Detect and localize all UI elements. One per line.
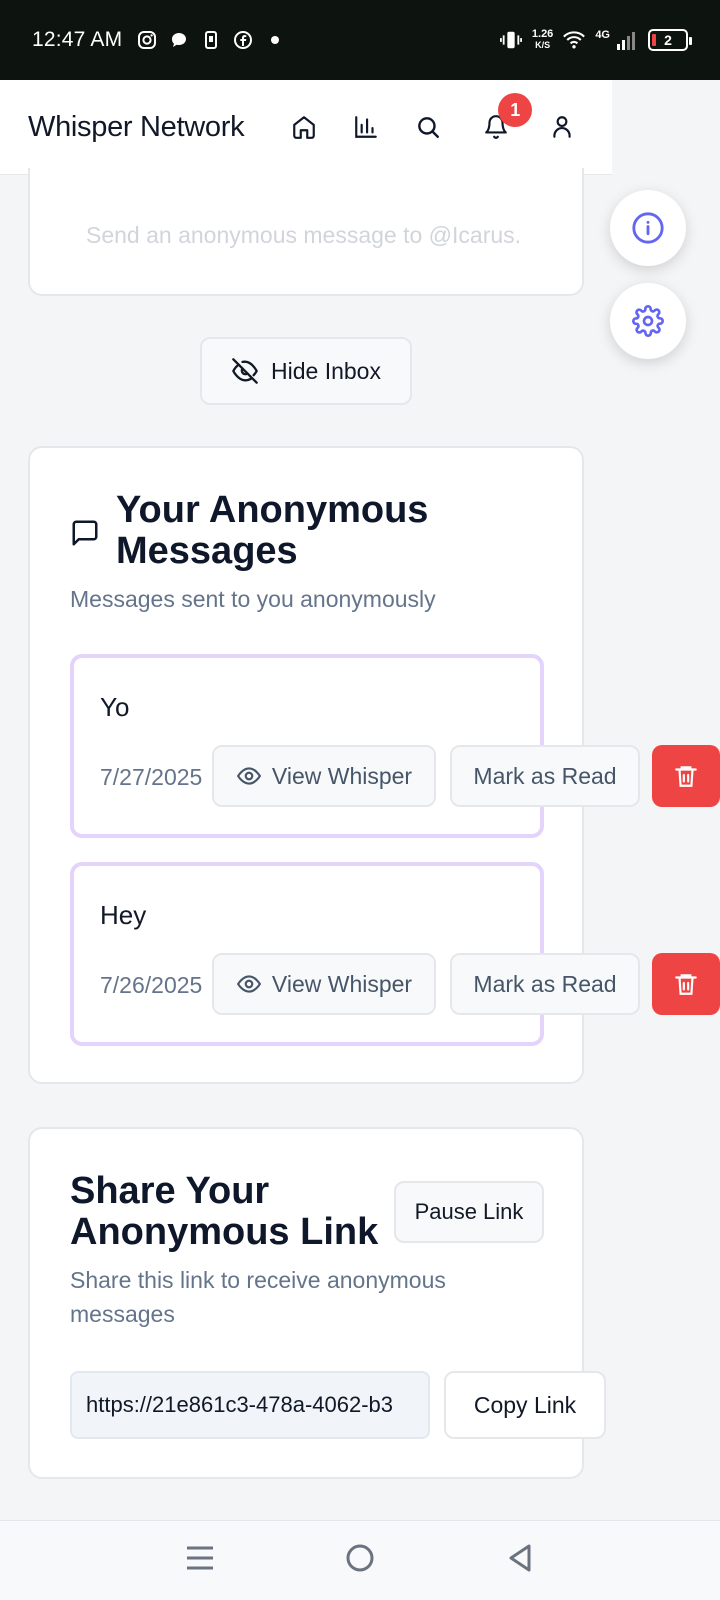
- more-notifications-dot-icon: [264, 29, 286, 51]
- phone-notification-icon: [200, 29, 222, 51]
- message-text: Hey: [100, 900, 147, 930]
- back-nav-button[interactable]: [505, 1543, 535, 1578]
- view-whisper-button[interactable]: View Whisper: [212, 745, 436, 807]
- header-nav: 1: [282, 93, 602, 149]
- network-type: 4G: [595, 29, 610, 41]
- facebook-icon: [232, 29, 254, 51]
- info-button[interactable]: [610, 190, 686, 266]
- message-icon: [72, 520, 98, 546]
- circle-home-icon: [346, 1544, 374, 1572]
- search-button[interactable]: [406, 105, 450, 149]
- instagram-icon: [136, 29, 158, 51]
- view-whisper-button[interactable]: View Whisper: [212, 953, 436, 1015]
- network-speed-value: 1.26: [531, 28, 554, 40]
- view-whisper-label: View Whisper: [271, 762, 413, 789]
- settings-button[interactable]: [610, 283, 686, 359]
- chart-icon: [355, 116, 378, 138]
- home-button[interactable]: [282, 105, 326, 149]
- message-text: Yo: [100, 692, 130, 722]
- eye-icon: [236, 975, 261, 993]
- compose-card: Send an anonymous message to @Icarus.: [28, 168, 584, 296]
- profile-button[interactable]: [540, 105, 584, 149]
- notifications-button[interactable]: 1: [474, 93, 533, 149]
- user-icon: [553, 116, 571, 138]
- app-title[interactable]: Whisper Network: [28, 111, 245, 144]
- delete-message-button[interactable]: [652, 953, 720, 1015]
- battery-level: 2: [664, 32, 672, 48]
- copy-link-button[interactable]: Copy Link: [444, 1371, 606, 1439]
- settings-icon: [632, 305, 664, 337]
- app-header: Whisper Network 1: [0, 80, 612, 175]
- pause-link-button[interactable]: Pause Link: [394, 1181, 544, 1243]
- mark-as-read-label: Mark as Read: [473, 970, 617, 997]
- inbox-subtitle: Messages sent to you anonymously: [70, 586, 436, 612]
- share-subtitle: Share this link to receive anonymous mes…: [70, 1267, 446, 1327]
- eye-off-icon: [232, 358, 258, 384]
- compose-input[interactable]: Send an anonymous message to @Icarus.: [86, 222, 521, 249]
- status-bar: 12:47 AM 1.26 K/S 4G 2: [0, 0, 720, 80]
- view-whisper-label: View Whisper: [271, 970, 413, 997]
- vibrate-icon: [499, 29, 522, 51]
- share-title: Share Your Anonymous Link: [70, 1170, 379, 1253]
- home-icon: [293, 116, 316, 139]
- delete-message-button[interactable]: [652, 745, 720, 807]
- trash-icon: [675, 766, 697, 787]
- hide-inbox-label: Hide Inbox: [271, 357, 381, 384]
- share-link-field[interactable]: https://21e861c3-478a-4062-b3: [70, 1371, 430, 1439]
- mark-as-read-button[interactable]: Mark as Read: [450, 953, 640, 1015]
- system-navigation-bar: [0, 1520, 720, 1600]
- menu-nav-button[interactable]: [185, 1543, 215, 1578]
- mark-as-read-label: Mark as Read: [473, 762, 617, 789]
- battery-indicator: 2: [648, 29, 692, 51]
- signal-icon: [616, 29, 638, 51]
- info-icon: [632, 212, 664, 244]
- notification-badge: 1: [498, 93, 533, 127]
- stats-button[interactable]: [344, 105, 388, 149]
- search-icon: [418, 117, 440, 138]
- network-speed-unit: K/S: [535, 40, 551, 50]
- network-speed: 1.26 K/S: [532, 29, 553, 51]
- mark-as-read-button[interactable]: Mark as Read: [450, 745, 640, 807]
- message-date: 7/26/2025: [100, 972, 203, 998]
- back-triangle-icon: [509, 1544, 531, 1572]
- eye-icon: [236, 767, 261, 785]
- wifi-icon: [563, 29, 586, 51]
- hide-inbox-button[interactable]: Hide Inbox: [200, 337, 412, 405]
- inbox-title: Your Anonymous Messages: [116, 489, 429, 572]
- home-nav-button[interactable]: [345, 1543, 375, 1578]
- menu-icon: [187, 1546, 213, 1570]
- chat-bubble-icon: [168, 29, 190, 51]
- trash-icon: [675, 974, 697, 995]
- message-date: 7/27/2025: [100, 764, 203, 790]
- share-link-card: Share Your Anonymous Link Pause Link Sha…: [28, 1127, 606, 1479]
- inbox-header: Your Anonymous Messages: [70, 490, 496, 572]
- status-time: 12:47 AM: [32, 28, 123, 51]
